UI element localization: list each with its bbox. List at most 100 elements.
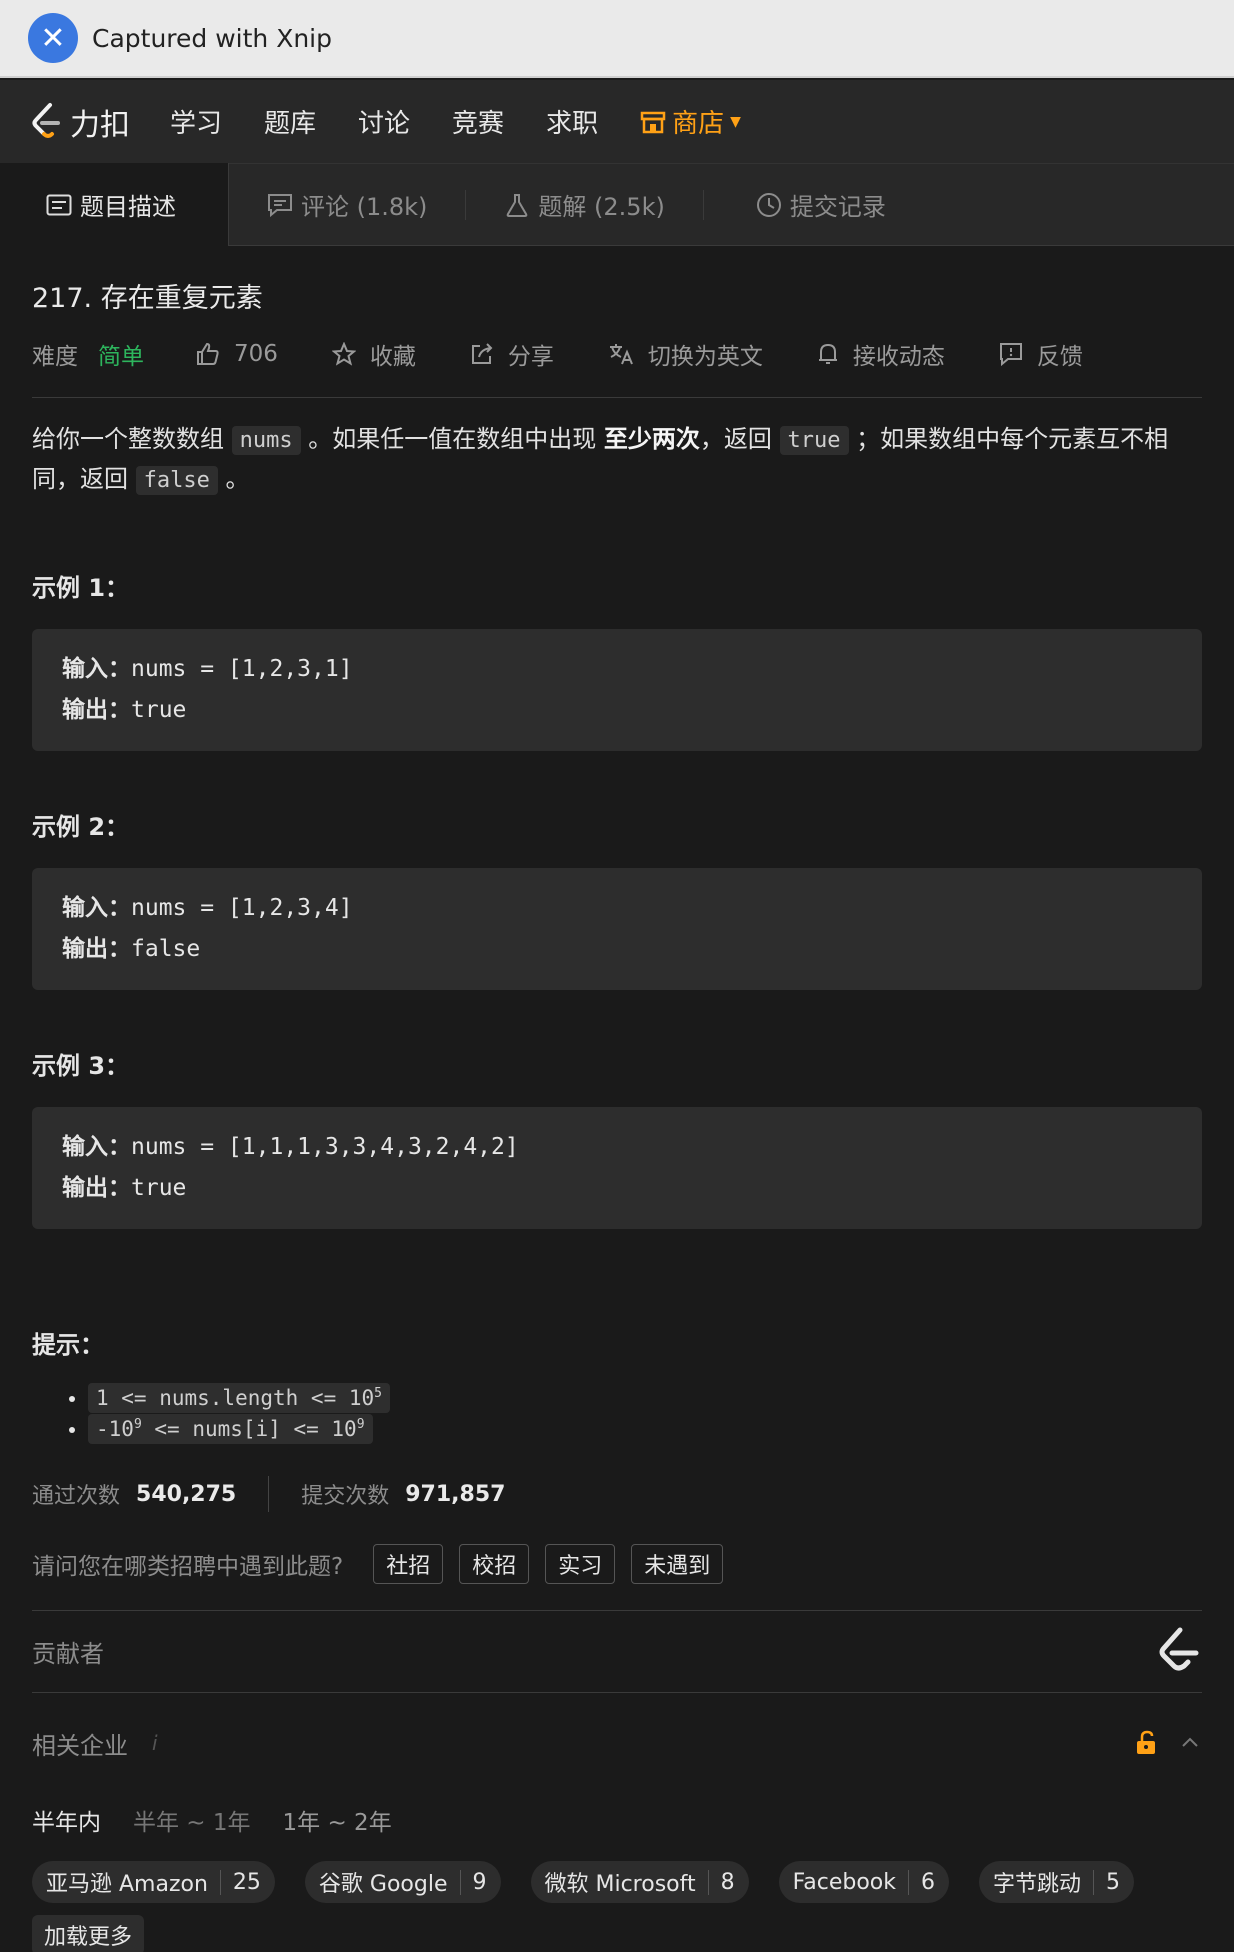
problem-title: 217. 存在重复元素 — [32, 283, 263, 314]
accepted-count: 540,275 — [136, 1481, 237, 1507]
example-heading: 示例 1： — [32, 574, 130, 602]
xnip-header: ✕ Captured with Xnip — [0, 0, 1234, 78]
example-output: false — [131, 936, 201, 962]
recruit-option-social[interactable]: 社招 — [373, 1544, 444, 1584]
favorite-button[interactable]: 收藏 — [331, 337, 416, 371]
example-block: 输入：nums = [1,1,1,3,3,4,3,2,4,2] 输出：true — [32, 1107, 1202, 1229]
nav-contest[interactable]: 竞赛 — [452, 103, 504, 140]
example-output-line: 输出：true — [62, 690, 1172, 731]
recruit-option-intern[interactable]: 实习 — [545, 1544, 616, 1584]
top-nav: 力扣 学习 题库 讨论 竞赛 求职 商店 ▼ — [0, 80, 1234, 164]
recruit-survey: 请问您在哪类招聘中遇到此题? 社招 校招 实习 未遇到 — [32, 1544, 1202, 1611]
tab-solutions-label: 题解 (2.5k) — [538, 193, 665, 221]
companies-header[interactable]: 相关企业 i — [32, 1693, 1202, 1793]
output-label: 输出： — [62, 936, 131, 962]
nav-problems[interactable]: 题库 — [264, 103, 316, 140]
feedback-label: 反馈 — [1036, 344, 1083, 370]
example-output-line: 输出：false — [62, 929, 1172, 970]
hint-item: 1 <= nums.length <= 105 — [88, 1383, 1202, 1413]
thumbs-up-icon — [196, 342, 220, 366]
chevron-down-icon: ▼ — [730, 113, 741, 130]
like-count: 706 — [234, 341, 278, 367]
problem-content: 217. 存在重复元素 难度 简单 706 收藏 分享 切换为英文 接收动态 反… — [32, 246, 1202, 1952]
desc-text: 。 — [225, 465, 250, 493]
like-button[interactable]: 706 — [196, 341, 278, 367]
xnip-logo-icon: ✕ — [28, 13, 78, 63]
flask-icon — [504, 192, 530, 218]
example-input: nums = [1,2,3,4] — [131, 895, 353, 921]
clock-icon — [756, 192, 782, 218]
example-output-line: 输出：true — [62, 1168, 1172, 1209]
favorite-label: 收藏 — [369, 344, 416, 370]
nav-jobs[interactable]: 求职 — [546, 103, 598, 140]
desc-text: 给你一个整数数组 — [32, 425, 224, 453]
tab-description[interactable]: 题目描述 — [0, 163, 229, 246]
example-output: true — [131, 697, 187, 723]
tab-comments-label: 评论 (1.8k) — [301, 193, 428, 221]
translate-icon — [608, 342, 634, 366]
contributors-section[interactable]: 贡献者 — [32, 1611, 1202, 1693]
feedback-button[interactable]: 反馈 — [999, 337, 1083, 371]
example-heading: 示例 3： — [32, 1052, 130, 1080]
brand-name: 力扣 — [70, 107, 130, 143]
tab-submissions[interactable]: 提交记录 — [704, 164, 924, 246]
period-half-to-one-year[interactable]: 半年 ~ 1年 — [133, 1803, 251, 1837]
nav-store[interactable]: 商店 ▼ — [640, 103, 741, 140]
example-input: nums = [1,1,1,3,3,4,3,2,4,2] — [131, 1134, 519, 1160]
example-output: true — [131, 1175, 187, 1201]
hints-heading: 提示： — [32, 1331, 104, 1359]
recruit-option-campus[interactable]: 校招 — [459, 1544, 530, 1584]
unlock-icon[interactable] — [1134, 1730, 1160, 1756]
recruit-question: 请问您在哪类招聘中遇到此题? — [32, 1554, 344, 1580]
period-one-to-two-years[interactable]: 1年 ~ 2年 — [283, 1803, 392, 1837]
hint-item: -109 <= nums[i] <= 109 — [88, 1414, 1202, 1444]
chevron-up-icon[interactable] — [1178, 1731, 1202, 1755]
example-input-line: 输入：nums = [1,2,3,1] — [62, 649, 1172, 690]
difficulty-badge: 简单 — [98, 344, 144, 370]
contributors-label: 贡献者 — [32, 1640, 104, 1668]
accepted-label: 通过次数 — [32, 1484, 121, 1509]
hint-code: 1 <= nums.length <= 105 — [88, 1383, 390, 1413]
tab-bar: 题目描述 评论 (1.8k) 题解 (2.5k) 提交记录 — [0, 163, 1234, 246]
store-icon — [640, 111, 666, 133]
companies-label: 相关企业 — [32, 1731, 128, 1760]
inline-code: false — [135, 466, 218, 495]
leetcode-avatar-icon — [1159, 1627, 1199, 1670]
period-half-year[interactable]: 半年内 — [32, 1803, 101, 1837]
desc-strong: 至少两次 — [603, 425, 700, 453]
submissions-count: 971,857 — [405, 1481, 506, 1507]
document-icon — [46, 192, 72, 218]
switch-language-button[interactable]: 切换为英文 — [608, 337, 763, 371]
tab-comments[interactable]: 评论 (1.8k) — [229, 164, 465, 246]
nav-learn[interactable]: 学习 — [170, 103, 222, 140]
input-label: 输入： — [62, 1134, 131, 1160]
company-tag[interactable]: 微软 Microsoft 8 — [530, 1861, 749, 1903]
inline-code: true — [779, 426, 849, 455]
submissions-label: 提交次数 — [301, 1484, 390, 1509]
subscribe-button[interactable]: 接收动态 — [817, 337, 945, 371]
tab-description-label: 题目描述 — [80, 193, 176, 221]
brand-logo[interactable]: 力扣 — [30, 100, 130, 144]
output-label: 输出： — [62, 697, 131, 723]
tab-submissions-label: 提交记录 — [789, 193, 886, 221]
subscribe-label: 接收动态 — [852, 344, 945, 370]
feedback-icon — [999, 342, 1023, 366]
difficulty-label: 难度 — [32, 344, 78, 370]
company-tag[interactable]: 谷歌 Google 9 — [304, 1861, 501, 1903]
desc-text: 。如果任一值在数组中出现 — [308, 425, 597, 453]
load-more-button[interactable]: 加载更多 — [32, 1915, 145, 1952]
recruit-option-none[interactable]: 未遇到 — [631, 1544, 724, 1584]
tab-solutions[interactable]: 题解 (2.5k) — [466, 164, 702, 246]
stats-divider — [268, 1476, 270, 1512]
inline-code: nums — [231, 426, 301, 455]
nav-discuss[interactable]: 讨论 — [358, 103, 410, 140]
company-tag[interactable]: Facebook 6 — [778, 1861, 949, 1903]
share-label: 分享 — [507, 344, 554, 370]
info-icon[interactable]: i — [152, 1731, 158, 1755]
share-button[interactable]: 分享 — [470, 337, 554, 371]
problem-meta: 难度 简单 706 收藏 分享 切换为英文 接收动态 反馈 — [32, 337, 1202, 398]
company-list: 亚马逊 Amazon 25 谷歌 Google 9 微软 Microsoft 8 Fa… — [32, 1861, 1202, 1915]
company-tag[interactable]: 字节跳动 5 — [979, 1861, 1135, 1903]
company-tag[interactable]: 亚马逊 Amazon 25 — [32, 1861, 275, 1903]
input-label: 输入： — [62, 895, 131, 921]
